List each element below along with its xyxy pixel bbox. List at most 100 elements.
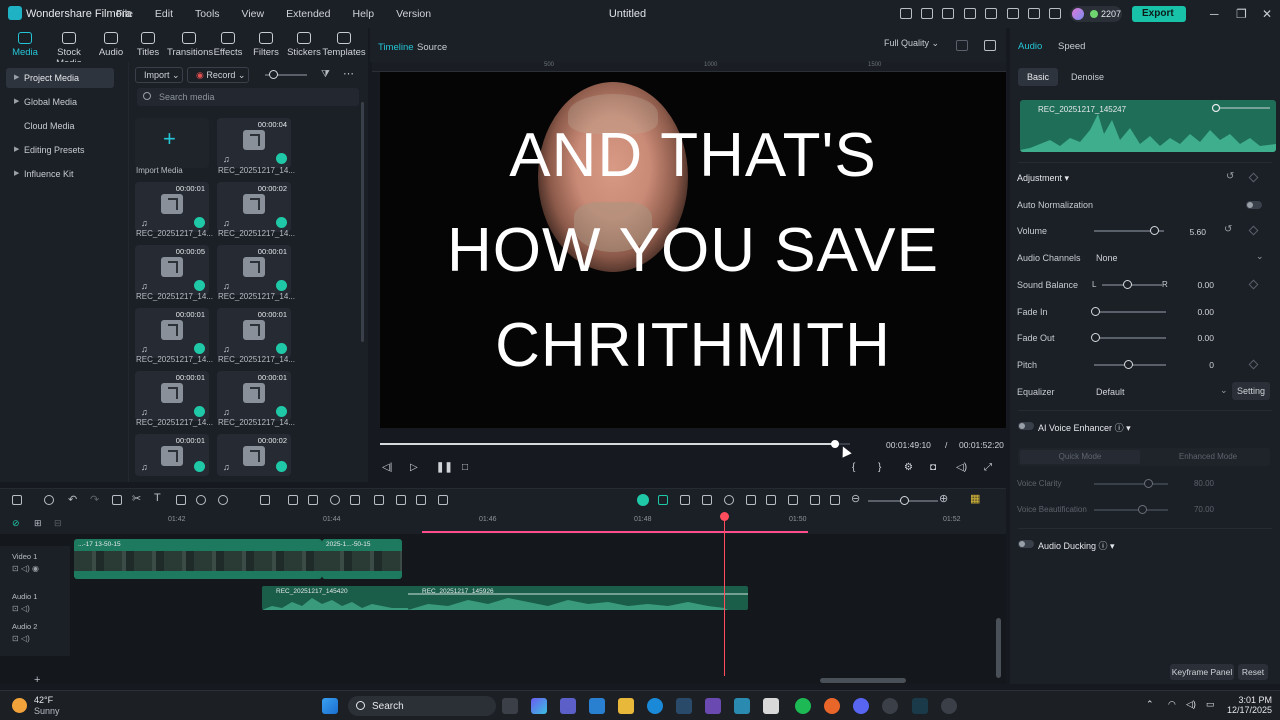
scene-icon[interactable] [702, 495, 712, 505]
voice-clarity-knob[interactable] [1144, 479, 1153, 488]
media-tile[interactable]: 00:00:01 ♫ [135, 371, 209, 421]
import-media-tile[interactable]: + [135, 118, 209, 168]
chevron-down-icon[interactable]: ⌄ [1220, 385, 1228, 396]
track-controls[interactable]: ⊡ ◁) ◉ [12, 564, 39, 573]
zoom-out-icon[interactable]: ⊖ [851, 492, 860, 505]
grid-icon[interactable] [1049, 8, 1061, 19]
app-icon[interactable] [941, 698, 957, 714]
media-tile[interactable]: 00:00:01 ♫ [217, 371, 291, 421]
tab-audio[interactable]: Audio [1018, 41, 1042, 52]
media-tile[interactable]: 00:00:01 ♫ [135, 434, 209, 476]
media-tile[interactable]: 00:00:01 ♫ [135, 182, 209, 232]
sound-balance-knob[interactable] [1123, 280, 1132, 289]
group-icon[interactable]: ⊟ [54, 518, 62, 529]
playback-scrubber[interactable] [380, 438, 850, 452]
step-back-icon[interactable]: ◁| [382, 462, 392, 473]
export-button[interactable]: Export [1132, 6, 1186, 22]
taskbar-clock[interactable]: 3:01 PM 12/17/2025 [1224, 695, 1272, 715]
lightbulb-icon[interactable] [942, 8, 954, 19]
ai-tools-icon[interactable] [288, 495, 298, 505]
voice-beautification-slider[interactable] [1094, 509, 1168, 511]
tool-effects[interactable]: Effects [208, 30, 248, 58]
media-tile[interactable]: 00:00:02 ♫ [217, 182, 291, 232]
media-tile[interactable]: 00:00:01 ♫ [135, 308, 209, 358]
media-scrollbar[interactable] [361, 102, 364, 342]
undo-icon[interactable]: ↶ [68, 493, 77, 506]
media-tile[interactable]: 00:00:01 ♫ [217, 245, 291, 295]
weather-temperature[interactable]: 42°F [34, 695, 53, 705]
quick-mode-tab[interactable]: Quick Mode [1020, 450, 1140, 464]
zoom-knob[interactable] [900, 496, 909, 505]
sidebar-item-cloud-media[interactable]: Cloud Media [6, 116, 114, 136]
video-clip[interactable]: ...-17 13-50-15 [74, 539, 322, 579]
copilot-icon[interactable] [531, 698, 547, 714]
link-icon[interactable] [658, 495, 668, 505]
shield-icon[interactable] [746, 495, 756, 505]
fade-out-knob[interactable] [1091, 333, 1100, 342]
pause-icon[interactable]: ❚❚ [436, 462, 453, 473]
image-icon[interactable] [984, 40, 996, 51]
mark-out-icon[interactable]: } [878, 462, 881, 473]
timeline-v-scrollbar[interactable] [996, 618, 1001, 678]
tool-stickers[interactable]: Stickers [284, 30, 324, 58]
mixer-icon[interactable] [788, 495, 798, 505]
app-icon[interactable] [734, 698, 750, 714]
media-tile[interactable]: 00:00:05 ♫ [135, 245, 209, 295]
keyframe-icon[interactable] [1248, 359, 1259, 370]
crop-icon[interactable] [176, 495, 186, 505]
pip-icon[interactable] [810, 495, 820, 505]
sidebar-item-influence-kit[interactable]: ▶ Influence Kit [6, 164, 114, 184]
steam-icon[interactable] [676, 698, 692, 714]
select-icon[interactable] [44, 495, 54, 505]
audio-ducking-toggle[interactable] [1018, 540, 1034, 548]
audio-ducking-header[interactable]: Audio Ducking ⓘ ▾ [1038, 539, 1115, 552]
fullscreen-icon[interactable]: ⤢ [984, 462, 992, 473]
speaker-icon[interactable]: ◁) [1186, 699, 1196, 710]
battery-icon[interactable]: ▭ [1206, 699, 1215, 710]
gift-icon[interactable] [900, 8, 912, 19]
equalizer-select[interactable]: Default [1096, 387, 1125, 397]
pitch-knob[interactable] [1124, 360, 1133, 369]
audio-channels-select[interactable]: None [1096, 253, 1118, 263]
slider-knob[interactable] [269, 70, 278, 79]
credits-badge[interactable]: 2207 [1070, 6, 1122, 22]
pitch-value[interactable]: 0 [1174, 360, 1214, 370]
quality-dropdown[interactable]: Full Quality ⌄ [884, 38, 939, 49]
start-icon[interactable] [322, 698, 338, 714]
task-view-icon[interactable] [502, 698, 518, 714]
audio-clip[interactable]: REC_20251217_145420 [262, 586, 412, 610]
timeline-h-scrollbar[interactable] [820, 678, 906, 683]
render-icon[interactable]: ⚙ [904, 462, 913, 473]
save-icon[interactable] [985, 8, 997, 19]
auto-normalization-toggle[interactable] [1246, 201, 1262, 209]
tool-titles[interactable]: Titles [128, 30, 168, 58]
track-controls[interactable]: ⊡ ◁) [12, 604, 30, 613]
sidebar-item-global-media[interactable]: ▶ Global Media [6, 92, 114, 112]
tool-media[interactable]: Media [5, 30, 45, 58]
media-tile[interactable]: 00:00:04 ♫ [217, 118, 291, 168]
more-icon[interactable]: ⋯ [343, 67, 354, 80]
transform-icon[interactable] [260, 495, 270, 505]
wifi-icon[interactable]: ◠ [1168, 699, 1176, 710]
motion-icon[interactable] [416, 495, 426, 505]
delete-icon[interactable] [112, 495, 122, 505]
fade-out-slider[interactable] [1094, 337, 1166, 339]
link-track-icon[interactable]: ⊘ [12, 518, 20, 529]
timeline-playhead[interactable] [720, 512, 729, 676]
record-dropdown[interactable]: ◉ Record ⌄ [187, 67, 249, 83]
add-track-icon[interactable]: ⊞ [34, 518, 42, 529]
cloud-icon[interactable] [1007, 8, 1019, 19]
chevron-down-icon[interactable]: ⌄ [1256, 251, 1264, 262]
reset-icon[interactable]: ↺ [1226, 171, 1234, 182]
tab-basic[interactable]: Basic [1018, 68, 1059, 86]
reset-button[interactable]: Reset [1238, 664, 1268, 680]
voice-beautification-knob[interactable] [1138, 505, 1147, 514]
add-track-button[interactable]: + [34, 674, 40, 686]
sound-balance-slider[interactable] [1102, 284, 1162, 286]
text-tool-icon[interactable]: T [154, 492, 161, 504]
timer-icon[interactable] [218, 495, 228, 505]
taskbar-search[interactable]: Search [348, 696, 496, 716]
sidebar-item-editing-presets[interactable]: ▶ Editing Presets [6, 140, 114, 160]
work-area-range[interactable] [422, 531, 808, 533]
tab-timeline[interactable]: Timeline [378, 42, 414, 53]
